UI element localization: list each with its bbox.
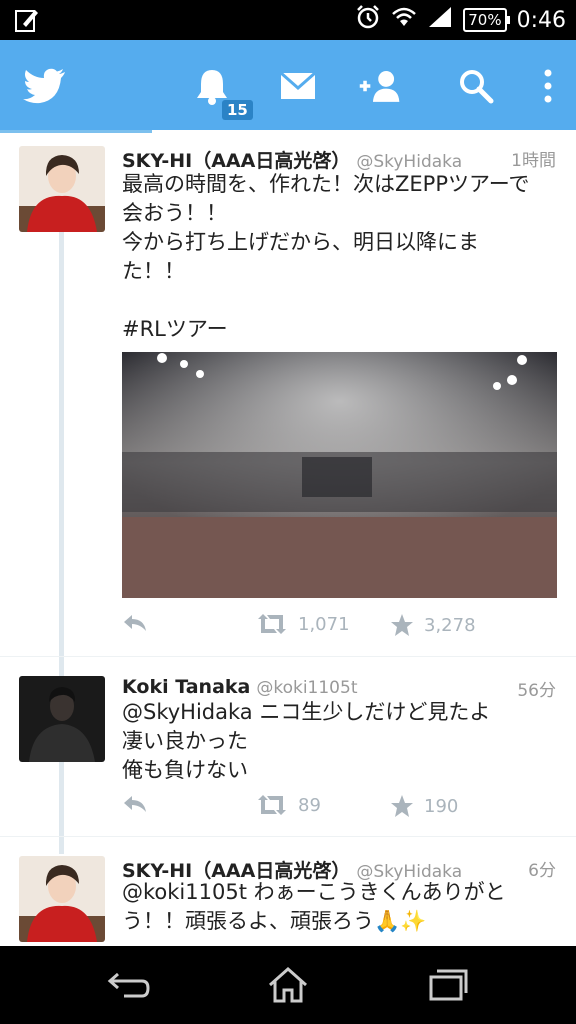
recent-apps-icon[interactable] <box>424 963 472 1007</box>
back-icon[interactable] <box>104 963 152 1007</box>
tweet-text: @SkyHidaka ニコ生少しだけど見たよ 凄い良かった 俺も負けない <box>122 700 491 782</box>
alarm-icon <box>355 4 381 36</box>
reply-icon[interactable] <box>122 613 148 633</box>
battery-indicator: 70% <box>463 8 510 32</box>
twitter-bird-icon[interactable] <box>22 64 66 108</box>
retweet-button[interactable]: 1,071 <box>256 613 350 635</box>
app-bar: 15 <box>0 40 576 130</box>
add-user-icon[interactable] <box>358 64 402 108</box>
favorite-count: 190 <box>424 795 459 817</box>
notification-count-badge: 15 <box>222 100 253 120</box>
favorite-button[interactable]: 190 <box>390 794 458 818</box>
overflow-menu-icon[interactable] <box>526 64 570 108</box>
star-icon <box>391 795 413 817</box>
retweet-count: 1,071 <box>298 613 350 635</box>
avatar[interactable] <box>19 146 105 232</box>
tweet-header: Koki Tanaka @koki1105t 56分 <box>122 676 562 701</box>
favorite-button[interactable]: 3,278 <box>390 613 476 637</box>
user-name[interactable]: Koki Tanaka <box>122 676 250 698</box>
status-bar: 70% 0:46 <box>0 0 576 40</box>
tweet-header: SKY-HI（AAA日高光啓） @SkyHidaka 1時間 <box>122 146 562 173</box>
avatar[interactable] <box>19 676 105 762</box>
retweet-count: 89 <box>298 794 321 816</box>
tweet-timestamp: 1時間 <box>511 151 556 171</box>
wifi-icon <box>391 5 417 35</box>
user-handle[interactable]: @koki1105t <box>256 678 357 698</box>
tweet-photo[interactable] <box>122 352 557 598</box>
retweet-icon <box>258 614 286 634</box>
home-icon[interactable] <box>264 963 312 1007</box>
favorite-count: 3,278 <box>424 614 476 636</box>
refresh-progress <box>0 130 576 138</box>
tweet-text: 最高の時間を、作れた！次はZEPPツアーで 会おう！！ 今から打ち上げだから、明… <box>122 172 530 341</box>
tweet-text: @koki1105t わぁーこうきくんありがと う！！頑張るよ、頑張ろう🙏✨ <box>122 880 506 933</box>
avatar[interactable] <box>19 856 105 942</box>
tweet-actions: 89 190 <box>122 794 562 824</box>
tweet-actions: 1,071 3,278 <box>122 613 562 643</box>
star-icon <box>391 614 413 636</box>
system-navigation-bar <box>0 946 576 1024</box>
reply-icon[interactable] <box>122 794 148 814</box>
user-name[interactable]: SKY-HI（AAA日高光啓） <box>122 150 350 172</box>
retweet-button[interactable]: 89 <box>256 794 321 816</box>
clock: 0:46 <box>516 7 566 33</box>
user-handle[interactable]: @SkyHidaka <box>356 152 462 172</box>
notes-icon <box>14 7 40 37</box>
search-icon[interactable] <box>454 64 498 108</box>
retweet-icon <box>258 795 286 815</box>
messages-icon[interactable] <box>276 64 320 108</box>
signal-icon <box>427 5 453 35</box>
